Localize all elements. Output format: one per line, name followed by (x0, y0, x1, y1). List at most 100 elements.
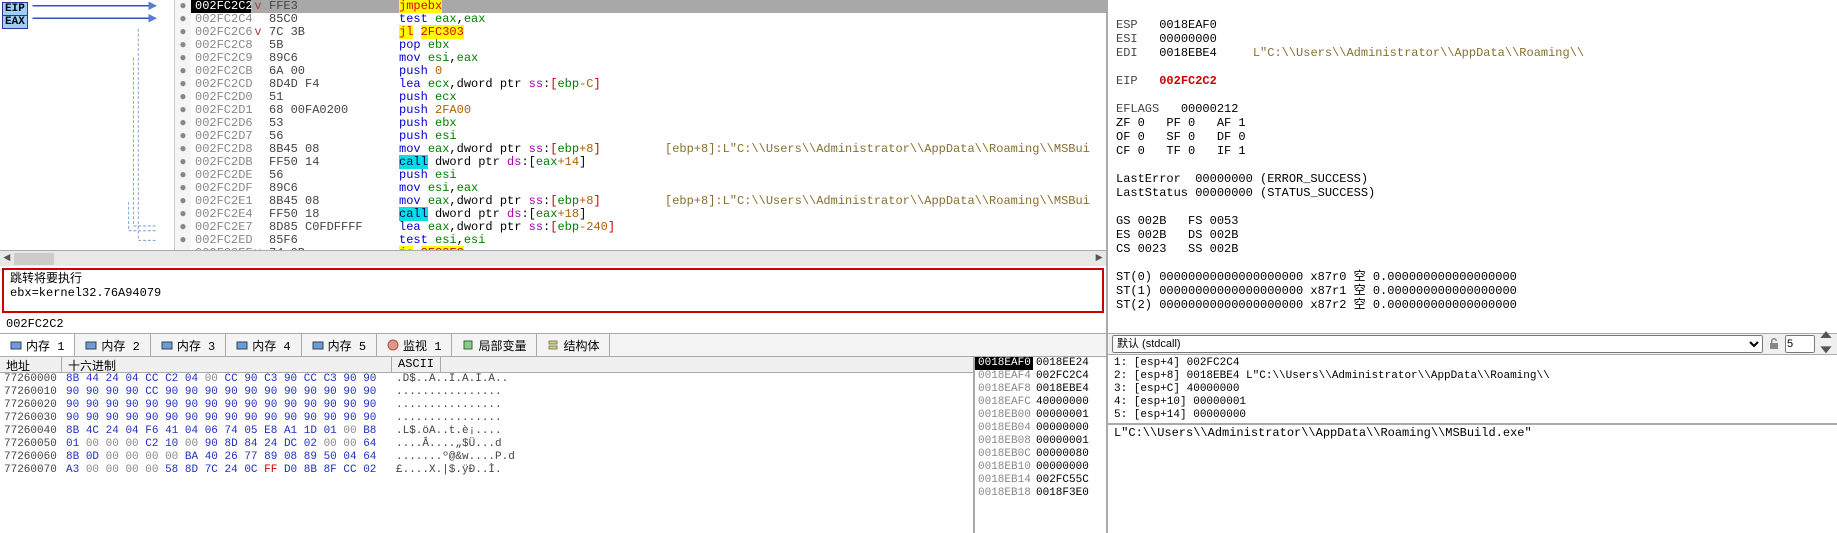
stack-addr: 0018EAFC (975, 396, 1033, 409)
stack-row[interactable]: 0018EAF00018EE24 (975, 357, 1106, 370)
expand-icon (251, 52, 265, 65)
dump-col-addr: 地址 (0, 357, 62, 372)
dump-hex: 90 90 90 90 CC 90 90 90 90 90 90 90 90 9… (62, 386, 392, 399)
stack-row[interactable]: 0018EB0000000001 (975, 409, 1106, 422)
disasm-row[interactable]: ●002FC2DBFF50 14call dword ptr ds:[eax+1… (175, 156, 1106, 169)
disasm-h-scrollbar[interactable]: ◄ ► (0, 250, 1106, 266)
calling-convention-select[interactable]: 默认 (stdcall) (1112, 335, 1763, 353)
tab-label: 内存 2 (101, 337, 139, 354)
stack-row[interactable]: 0018EAF4002FC2C4 (975, 370, 1106, 383)
disasm-comment: [ebp+8]:L"C:\\Users\\Administrator\\AppD… (665, 143, 1090, 156)
disasm-row[interactable]: ●002FC2C2vFFE3jmpebx (175, 0, 1106, 13)
dump-hex: 01 00 00 00 C2 10 00 90 8D 84 24 DC 02 0… (62, 438, 392, 451)
dump-row[interactable]: 7726005001 00 00 00 C2 10 00 90 8D 84 24… (0, 438, 973, 451)
stack-row[interactable]: 0018EAF80018EBE4 (975, 383, 1106, 396)
dump-addr: 77260040 (0, 425, 62, 438)
mem-icon (10, 339, 22, 351)
tab-内存 1[interactable]: 内存 1 (0, 334, 75, 356)
scroll-left-icon[interactable]: ◄ (0, 251, 14, 267)
disasm-row[interactable]: ●002FC2C85Bpop ebx (175, 39, 1106, 52)
reg-edi: 0018EBE4 (1159, 46, 1217, 60)
tab-label: 内存 3 (177, 337, 215, 354)
stack-addr: 0018EB04 (975, 422, 1033, 435)
fpu-st1: ST(1) 00000000000000000000 x87r1 空 0.000… (1116, 284, 1517, 298)
disasm-row[interactable]: ●002FC2D653push ebx (175, 117, 1106, 130)
segs-row1: GS 002B FS 0053 (1116, 214, 1238, 228)
disasm-bytes: 68 00FA0200 (265, 104, 395, 117)
segs-row2: ES 002B DS 002B (1116, 228, 1238, 242)
dump-hex: 8B 4C 24 04 F6 41 04 06 74 05 E8 A1 1D 0… (62, 425, 392, 438)
stack-row[interactable]: 0018EB0400000000 (975, 422, 1106, 435)
args-panel[interactable]: 1: [esp+4] 002FC2C42: [esp+8] 0018EBE4 L… (1108, 355, 1837, 423)
disasm-row[interactable]: ●002FC2C6v7C 3Bjl 2FC303 (175, 26, 1106, 39)
dump-col-hex: 十六进制 (62, 357, 392, 372)
stack-addr: 0018EB18 (975, 487, 1033, 500)
tab-局部变量[interactable]: 局部变量 (452, 334, 537, 356)
disassembly-panel[interactable]: EIP EAX ●002FC2C2vFFE3jmpebx●002FC2C485C… (0, 0, 1106, 250)
scroll-thumb[interactable] (14, 253, 54, 265)
dump-hex: 90 90 90 90 90 90 90 90 90 90 90 90 90 9… (62, 399, 392, 412)
dump-row[interactable]: 772600608B 0D 00 00 00 00 BA 40 26 77 89… (0, 451, 973, 464)
memory-dump-panel[interactable]: 地址 十六进制 ASCII 772600008B 44 24 04 CC C2 … (0, 357, 975, 533)
stack-comment-panel[interactable]: L"C:\\Users\\Administrator\\AppData\\Roa… (1108, 423, 1837, 533)
disasm-row[interactable]: ●002FC2C989C6mov esi,eax (175, 52, 1106, 65)
stack-val: 00000000 (1033, 422, 1092, 435)
disasm-bytes: 53 (265, 117, 395, 130)
arg-count-input[interactable] (1785, 335, 1815, 353)
dump-row[interactable]: 772600408B 4C 24 04 F6 41 04 06 74 05 E8… (0, 425, 973, 438)
dump-col-ascii: ASCII (392, 357, 441, 372)
eip-label: EIP (2, 2, 28, 16)
expand-icon (251, 130, 265, 143)
disasm-row[interactable]: ●002FC2C485C0test eax,eax (175, 13, 1106, 26)
dump-ascii: £....X.|$.ÿÐ..Ì. (392, 464, 506, 477)
dump-ascii: ....Â....„$Ü...d (392, 438, 506, 451)
disasm-row[interactable]: ●002FC2DE56push esi (175, 169, 1106, 182)
disasm-row[interactable]: ●002FC2ED85F6test esi,esi (175, 234, 1106, 247)
disasm-row[interactable]: ●002FC2D168 00FA0200push 2FA00 (175, 104, 1106, 117)
expand-icon (251, 208, 265, 221)
disasm-row[interactable]: ●002FC2CD8D4D F4lea ecx,dword ptr ss:[eb… (175, 78, 1106, 91)
tab-label: 内存 5 (328, 337, 366, 354)
dump-row[interactable]: 772600008B 44 24 04 CC C2 04 00 CC 90 C3… (0, 373, 973, 386)
tab-label: 结构体 (563, 337, 599, 354)
scroll-right-icon[interactable]: ► (1092, 251, 1106, 267)
disasm-row[interactable]: ●002FC2E78D85 C0FDFFFFlea eax,dword ptr … (175, 221, 1106, 234)
eax-label: EAX (2, 15, 28, 29)
dump-hex: 90 90 90 90 90 90 90 90 90 90 90 90 90 9… (62, 412, 392, 425)
registers-panel[interactable]: ESP 0018EAF0 ESI 00000000 EDI 0018EBE4 L… (1108, 0, 1837, 333)
dump-row[interactable]: 7726001090 90 90 90 CC 90 90 90 90 90 90… (0, 386, 973, 399)
fpu-st0: ST(0) 00000000000000000000 x87r0 空 0.000… (1116, 270, 1517, 284)
tab-结构体[interactable]: 结构体 (537, 334, 610, 356)
stack-row[interactable]: 0018EB0800000001 (975, 435, 1106, 448)
stack-row[interactable]: 0018EAFC40000000 (975, 396, 1106, 409)
unlock-icon[interactable] (1767, 337, 1781, 351)
dump-tabbar: 内存 1 内存 2 内存 3 内存 4 内存 5 监视 1 局部变量 结构体 (0, 333, 1106, 357)
stack-addr: 0018EB00 (975, 409, 1033, 422)
dump-row[interactable]: 7726002090 90 90 90 90 90 90 90 90 90 90… (0, 399, 973, 412)
expand-icon (251, 156, 265, 169)
stack-addr: 0018EB08 (975, 435, 1033, 448)
arg-line: 3: [esp+C] 40000000 (1114, 383, 1831, 396)
tab-内存 5[interactable]: 内存 5 (302, 334, 377, 356)
tab-label: 内存 4 (252, 337, 290, 354)
expand-icon (251, 91, 265, 104)
tab-内存 3[interactable]: 内存 3 (151, 334, 226, 356)
jump-arrows (30, 0, 160, 250)
reg-eip: 002FC2C2 (1159, 74, 1217, 88)
tab-内存 4[interactable]: 内存 4 (226, 334, 301, 356)
stack-row[interactable]: 0018EB180018F3E0 (975, 487, 1106, 500)
stack-row[interactable]: 0018EB0C00000080 (975, 448, 1106, 461)
dump-row[interactable]: 77260070A3 00 00 00 00 58 8D 7C 24 0C FF… (0, 464, 973, 477)
dump-row[interactable]: 7726003090 90 90 90 90 90 90 90 90 90 90… (0, 412, 973, 425)
tab-内存 2[interactable]: 内存 2 (75, 334, 150, 356)
arg-count-spinner[interactable] (1819, 331, 1833, 357)
stack-addr: 0018EAF0 (975, 357, 1033, 370)
stack-row[interactable]: 0018EB1000000000 (975, 461, 1106, 474)
tab-label: 监视 1 (403, 337, 441, 354)
dump-addr: 77260050 (0, 438, 62, 451)
info-line2: ebx=kernel32.76A94079 (10, 286, 1096, 300)
segs-row3: CS 0023 SS 002B (1116, 242, 1238, 256)
tab-监视 1[interactable]: 监视 1 (377, 334, 452, 356)
stack-row[interactable]: 0018EB14002FC55C (975, 474, 1106, 487)
stack-panel[interactable]: 0018EAF00018EE240018EAF4002FC2C40018EAF8… (975, 357, 1106, 533)
